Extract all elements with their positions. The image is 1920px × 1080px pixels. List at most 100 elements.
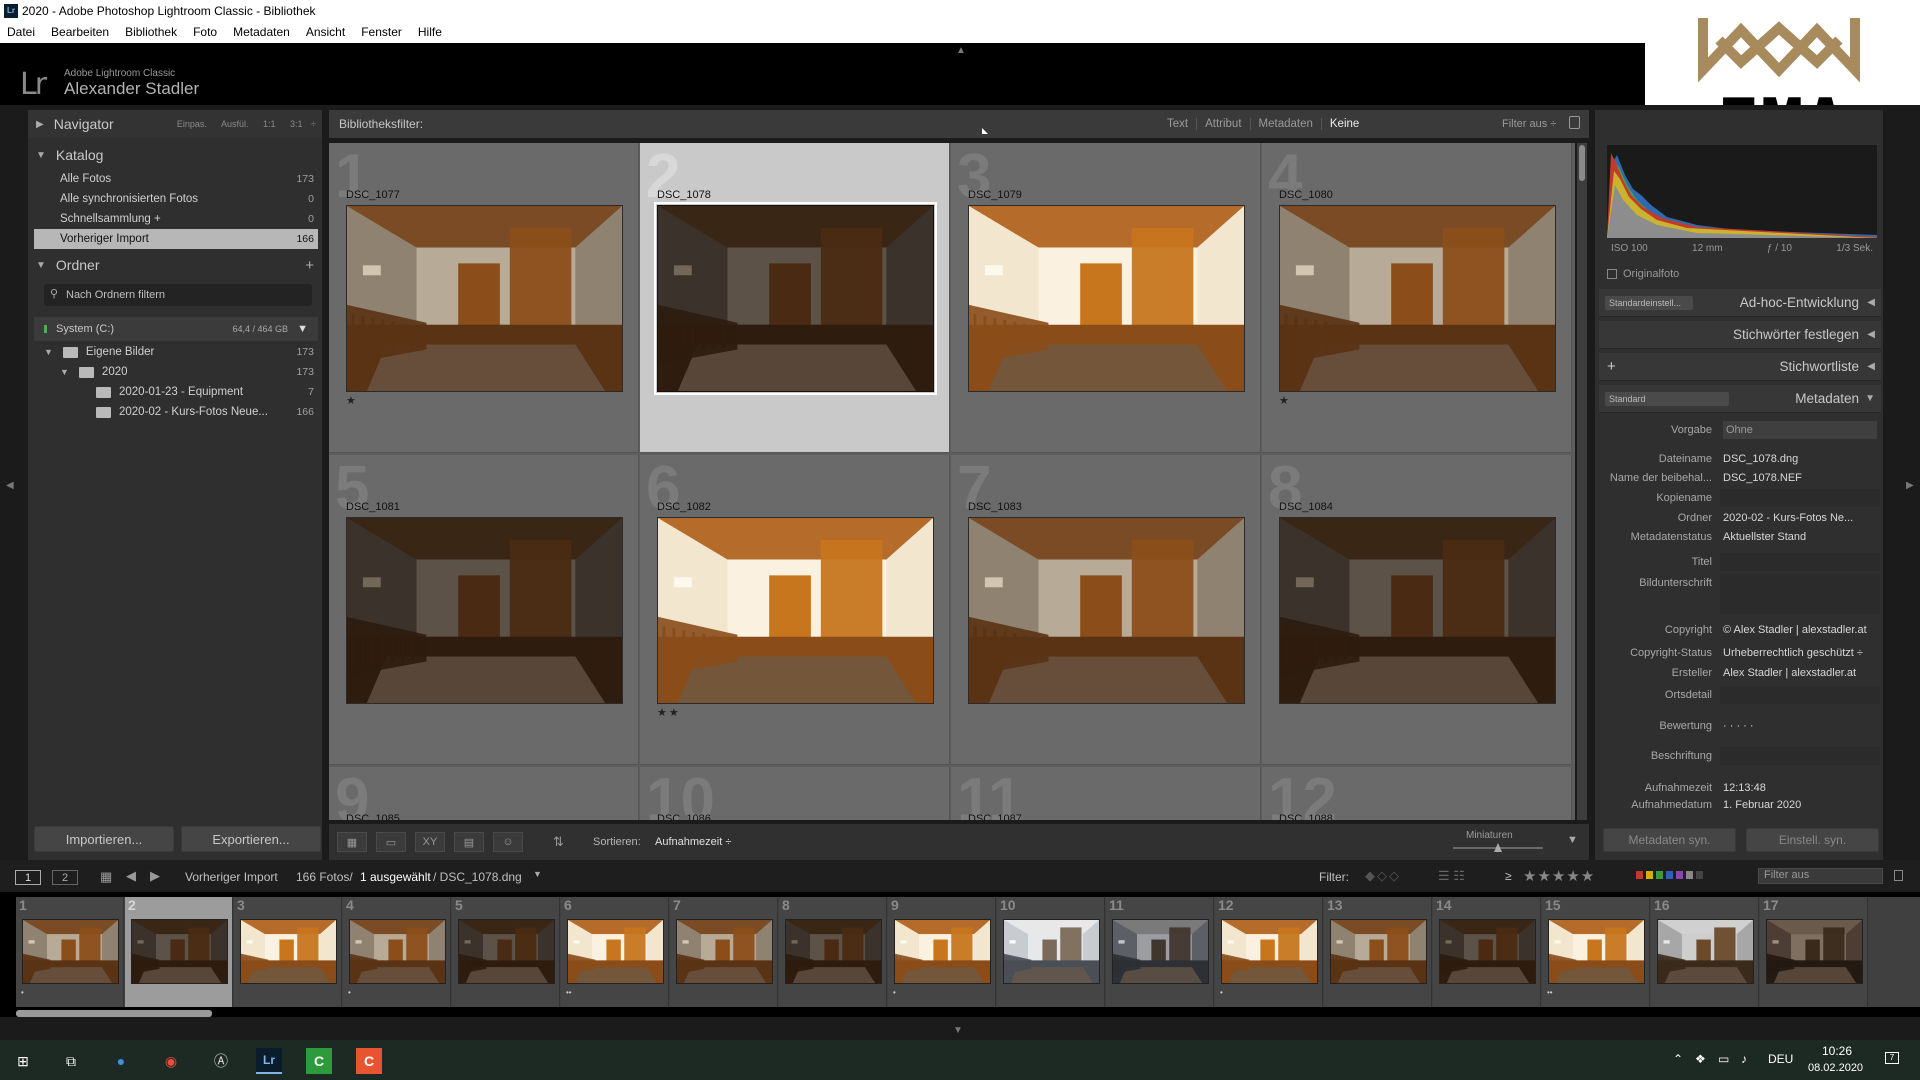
- photo-thumbnail[interactable]: [1279, 205, 1556, 392]
- zoom-stepper-icon[interactable]: ÷: [311, 119, 316, 129]
- metadata-header[interactable]: Standard Metadaten ▼: [1599, 385, 1881, 413]
- keyword-list-header[interactable]: + Stichwortliste ◀: [1599, 353, 1881, 381]
- catalog-item-synced[interactable]: Alle synchronisierten Fotos 0: [34, 189, 318, 209]
- filmstrip-thumbnail[interactable]: [1657, 919, 1754, 984]
- filmstrip-cell[interactable]: 3: [234, 897, 342, 1007]
- filmstrip-cell[interactable]: 17: [1760, 897, 1868, 1007]
- menu-datei[interactable]: Datei: [0, 25, 43, 39]
- zoom-fit[interactable]: Einpas.: [177, 119, 207, 129]
- filmstrip-cell[interactable]: 15 ••: [1542, 897, 1650, 1007]
- snagit-icon[interactable]: C: [356, 1048, 382, 1074]
- forward-arrow-icon[interactable]: ▶: [150, 868, 160, 884]
- filmstrip-source[interactable]: Vorheriger Import: [185, 870, 278, 884]
- filmstrip-thumbnail[interactable]: [1548, 919, 1645, 984]
- metadata-input[interactable]: [1720, 574, 1880, 614]
- expand-down-triangle-icon[interactable]: ▼: [44, 347, 53, 357]
- filmstrip-thumbnail[interactable]: [240, 919, 337, 984]
- volume-icon[interactable]: ♪: [1741, 1052, 1747, 1066]
- source-dropdown-icon[interactable]: ▼: [533, 869, 542, 879]
- photo-thumbnail[interactable]: [654, 202, 937, 395]
- grid-view-icon[interactable]: ▦: [337, 832, 367, 852]
- volume-dropdown-icon[interactable]: ▼: [297, 323, 308, 335]
- grid-cell[interactable]: 9 DSC_1085: [329, 766, 639, 820]
- zoom-1-1[interactable]: 1:1: [263, 119, 276, 129]
- filmstrip-thumbnail[interactable]: [1112, 919, 1209, 984]
- metadata-value[interactable]: 2020-02 - Kurs-Fotos Ne...: [1723, 512, 1873, 524]
- grid-cell[interactable]: 3 DSC_1079: [951, 143, 1261, 453]
- thumbnail-size-slider[interactable]: [1453, 843, 1543, 852]
- secondary-window-button[interactable]: 2: [52, 870, 78, 885]
- grid-cell[interactable]: 8 DSC_1084: [1262, 454, 1572, 765]
- metadata-input[interactable]: [1720, 747, 1880, 765]
- catalog-item-all-photos[interactable]: Alle Fotos 173: [34, 169, 318, 189]
- filmstrip-thumbnail[interactable]: [458, 919, 555, 984]
- metadata-value[interactable]: Alex Stadler | alexstadler.at: [1723, 667, 1873, 679]
- filmstrip-thumbnail[interactable]: [1221, 919, 1318, 984]
- collapse-top-panel-icon[interactable]: ▲: [956, 45, 966, 56]
- toolbar-options-icon[interactable]: ▼: [1567, 834, 1578, 846]
- filter-lock-icon[interactable]: [1894, 870, 1903, 881]
- battery-icon[interactable]: ▭: [1718, 1052, 1729, 1066]
- metadata-value[interactable]: · · · · ·: [1723, 720, 1873, 732]
- grid-cell[interactable]: 6 DSC_1082 ★★: [640, 454, 950, 765]
- menu-fenster[interactable]: Fenster: [353, 25, 410, 39]
- cell-rating[interactable]: ★★: [657, 706, 681, 719]
- notification-icon[interactable]: 7: [1885, 1052, 1899, 1064]
- filter-text[interactable]: Text: [1159, 118, 1196, 130]
- menu-bearbeiten[interactable]: Bearbeiten: [43, 25, 117, 39]
- cell-rating[interactable]: ★: [346, 394, 358, 407]
- lightroom-taskbar-icon[interactable]: Lr: [256, 1048, 282, 1074]
- edit-filter-icons[interactable]: ☰ ☷: [1438, 868, 1465, 884]
- add-folder-button[interactable]: +: [305, 257, 314, 274]
- back-arrow-icon[interactable]: ◀: [126, 868, 136, 884]
- grid-cell[interactable]: 7 DSC_1083: [951, 454, 1261, 765]
- grid-cell[interactable]: 11 DSC_1087: [951, 766, 1261, 820]
- grid-cell[interactable]: 12 DSC_1088: [1262, 766, 1572, 820]
- camtasia-icon[interactable]: C: [306, 1048, 332, 1074]
- tray-expand-icon[interactable]: ⌃: [1673, 1052, 1683, 1066]
- filmstrip-thumbnail[interactable]: [1439, 919, 1536, 984]
- filmstrip-cell[interactable]: 13: [1324, 897, 1432, 1007]
- photo-thumbnail[interactable]: [968, 517, 1245, 704]
- filmstrip-cell[interactable]: 14: [1433, 897, 1541, 1007]
- menu-foto[interactable]: Foto: [185, 25, 225, 39]
- quick-develop-header[interactable]: Standardeinstell... Ad-hoc-Entwicklung ◀: [1599, 289, 1881, 317]
- outlook-icon[interactable]: ●: [108, 1048, 134, 1074]
- filmstrip-cell[interactable]: 4 •: [343, 897, 451, 1007]
- grid-icon[interactable]: ▦: [100, 869, 112, 885]
- menu-hilfe[interactable]: Hilfe: [410, 25, 450, 39]
- folder-filter-input[interactable]: ⚲ Nach Ordnern filtern: [44, 284, 312, 306]
- filmstrip-cell[interactable]: 12 •: [1215, 897, 1323, 1007]
- loupe-view-icon[interactable]: ▭: [376, 832, 406, 852]
- import-button[interactable]: Importieren...: [34, 826, 174, 852]
- zoom-3-1[interactable]: 3:1: [290, 119, 303, 129]
- cell-rating[interactable]: ★: [1279, 394, 1291, 407]
- navigator-header[interactable]: ▶ Navigator Einpas. Ausfül. 1:1 3:1 ÷: [28, 110, 322, 138]
- export-button[interactable]: Exportieren...: [181, 826, 321, 852]
- flag-filter-icons[interactable]: ◆◇◇: [1365, 868, 1401, 884]
- catalog-header[interactable]: ▼ Katalog: [28, 141, 322, 169]
- filmstrip-thumbnail[interactable]: [567, 919, 664, 984]
- metadata-value[interactable]: Aktuellster Stand: [1723, 531, 1873, 543]
- metadata-value[interactable]: Ohne: [1726, 424, 1876, 436]
- collapse-left-icon[interactable]: ◀: [6, 480, 14, 491]
- clock-time[interactable]: 10:26: [1822, 1044, 1852, 1058]
- zoom-fill[interactable]: Ausfül.: [221, 119, 249, 129]
- filmstrip-thumbnail[interactable]: [22, 919, 119, 984]
- metadata-input[interactable]: [1720, 553, 1880, 571]
- saved-preset-dropdown[interactable]: Standardeinstell...: [1605, 295, 1693, 310]
- grid-scrollbar-thumb[interactable]: [1579, 145, 1585, 181]
- filter-none[interactable]: Keine: [1320, 118, 1367, 130]
- grid-cell[interactable]: 5 DSC_1081: [329, 454, 639, 765]
- filmstrip-thumbnail[interactable]: [785, 919, 882, 984]
- volume-system-c[interactable]: System (C:) 64,4 / 464 GB ▼: [34, 317, 318, 341]
- catalog-item-quick-collection[interactable]: Schnellsammlung + 0: [34, 209, 318, 229]
- sort-direction-icon[interactable]: ⇅: [553, 834, 564, 850]
- filmstrip-thumbnail[interactable]: [1330, 919, 1427, 984]
- metadata-value[interactable]: © Alex Stadler | alexstadler.at: [1723, 624, 1873, 636]
- metadata-value[interactable]: 1. Februar 2020: [1723, 799, 1873, 811]
- grid-cell[interactable]: 10 DSC_1086: [640, 766, 950, 820]
- grid-scrollbar[interactable]: [1577, 143, 1587, 820]
- thumbnail-size-slider-knob[interactable]: [1494, 843, 1502, 852]
- sync-settings-button[interactable]: Einstell. syn.: [1746, 828, 1879, 852]
